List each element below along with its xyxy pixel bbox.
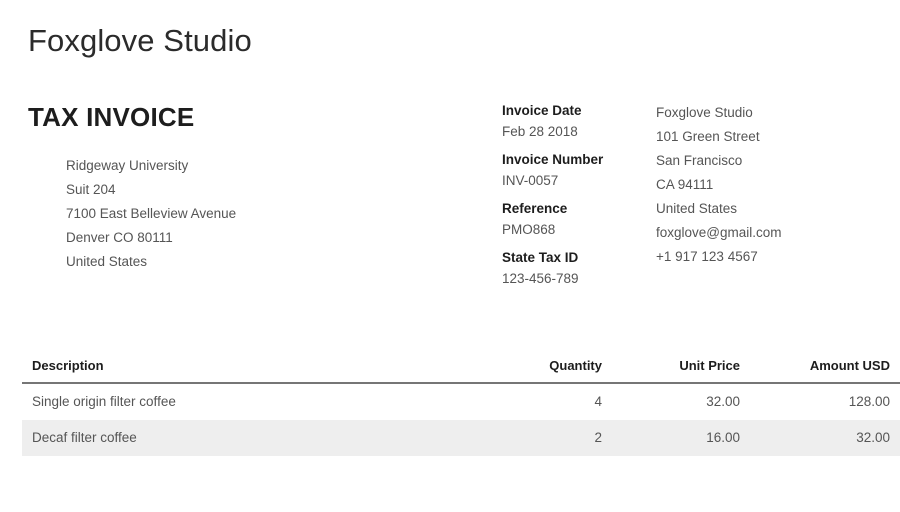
customer-address-line: Ridgeway University: [66, 154, 236, 178]
sender-address-line: United States: [656, 197, 782, 221]
customer-address-line: United States: [66, 250, 236, 274]
column-header-amount: Amount USD: [750, 358, 900, 383]
table-row: Decaf filter coffee 2 16.00 32.00: [22, 420, 900, 456]
company-brand-title: Foxglove Studio: [28, 22, 252, 59]
customer-address-line: Suit 204: [66, 178, 236, 202]
line-items-table: Description Quantity Unit Price Amount U…: [22, 358, 900, 456]
meta-field-state-tax-id: State Tax ID 123-456-789: [502, 248, 603, 290]
column-header-quantity: Quantity: [482, 358, 612, 383]
cell-unit-price: 16.00: [612, 420, 750, 456]
cell-quantity: 2: [482, 420, 612, 456]
meta-field-invoice-date: Invoice Date Feb 28 2018: [502, 101, 603, 143]
meta-field-reference: Reference PMO868: [502, 199, 603, 241]
line-items-body: Single origin filter coffee 4 32.00 128.…: [22, 383, 900, 456]
sender-address-block: Foxglove Studio 101 Green Street San Fra…: [656, 101, 782, 269]
meta-label: Invoice Date: [502, 101, 603, 121]
meta-label: Reference: [502, 199, 603, 219]
invoice-meta-block: Invoice Date Feb 28 2018 Invoice Number …: [502, 101, 603, 297]
cell-amount: 128.00: [750, 383, 900, 420]
meta-value: INV-0057: [502, 170, 603, 192]
column-header-description: Description: [22, 358, 482, 383]
customer-address-block: Ridgeway University Suit 204 7100 East B…: [66, 154, 236, 274]
meta-value: Feb 28 2018: [502, 121, 603, 143]
document-title: TAX INVOICE: [28, 103, 194, 132]
sender-phone: +1 917 123 4567: [656, 245, 782, 269]
meta-label: Invoice Number: [502, 150, 603, 170]
sender-address-line: Foxglove Studio: [656, 101, 782, 125]
sender-address-line: San Francisco: [656, 149, 782, 173]
sender-address-line: CA 94111: [656, 173, 782, 197]
cell-quantity: 4: [482, 383, 612, 420]
sender-address-line: 101 Green Street: [656, 125, 782, 149]
customer-address-line: 7100 East Belleview Avenue: [66, 202, 236, 226]
meta-field-invoice-number: Invoice Number INV-0057: [502, 150, 603, 192]
customer-address-line: Denver CO 80111: [66, 226, 236, 250]
column-header-unit-price: Unit Price: [612, 358, 750, 383]
line-items-header: Description Quantity Unit Price Amount U…: [22, 358, 900, 383]
cell-amount: 32.00: [750, 420, 900, 456]
sender-email: foxglove@gmail.com: [656, 221, 782, 245]
cell-unit-price: 32.00: [612, 383, 750, 420]
cell-description: Single origin filter coffee: [22, 383, 482, 420]
meta-value: PMO868: [502, 219, 603, 241]
table-header-row: Description Quantity Unit Price Amount U…: [22, 358, 900, 383]
meta-value: 123-456-789: [502, 268, 603, 290]
invoice-page: Foxglove Studio TAX INVOICE Ridgeway Uni…: [0, 0, 900, 512]
meta-label: State Tax ID: [502, 248, 603, 268]
table-row: Single origin filter coffee 4 32.00 128.…: [22, 383, 900, 420]
cell-description: Decaf filter coffee: [22, 420, 482, 456]
